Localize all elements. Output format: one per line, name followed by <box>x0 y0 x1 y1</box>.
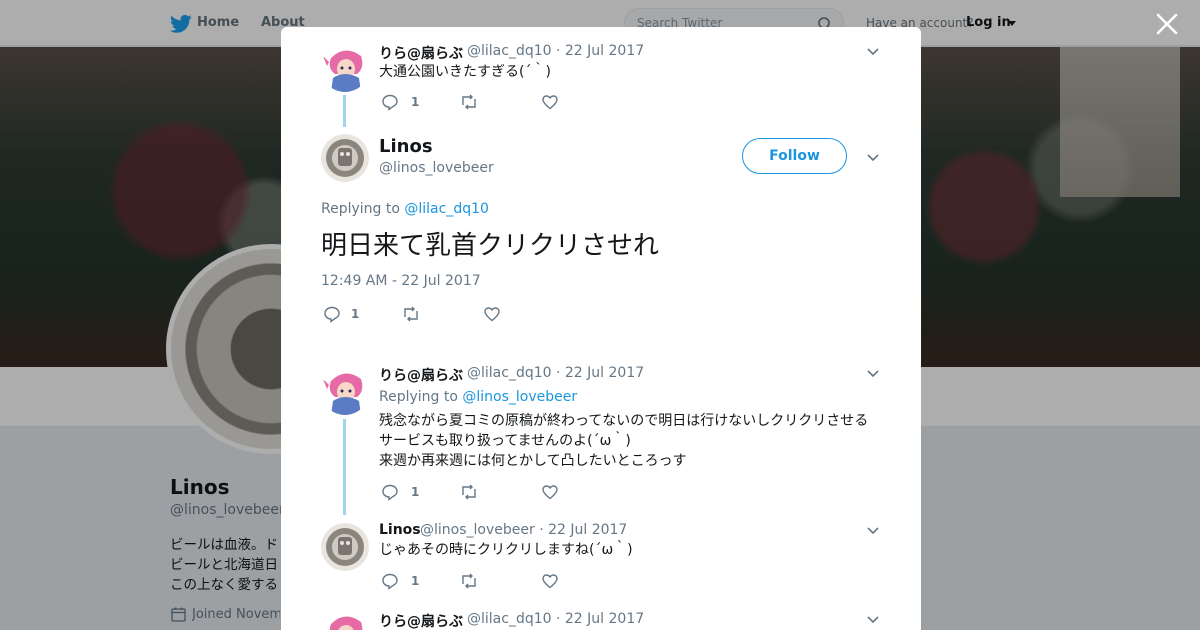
main-tweet-text: 明日来て乳首クリクリさせれ <box>321 231 660 261</box>
chevron-down-icon[interactable] <box>866 612 880 626</box>
owl-avatar-image <box>321 134 369 182</box>
tweet-author-handle[interactable]: @lilac_dq10 · 22 Jul 2017 <box>467 365 644 381</box>
avatar[interactable] <box>321 134 369 182</box>
main-tweet-author-name[interactable]: Linos <box>379 136 433 157</box>
reply-icon[interactable] <box>381 572 399 590</box>
avatar[interactable] <box>321 44 369 92</box>
tweet-handle-text[interactable]: @lilac_dq10 <box>467 365 552 381</box>
anime-avatar-image <box>321 367 369 415</box>
close-icon[interactable] <box>1155 12 1179 36</box>
replying-to-link[interactable]: @linos_lovebeer <box>462 389 577 405</box>
tweet-author-handle[interactable]: @linos_lovebeer · 22 Jul 2017 <box>420 522 627 538</box>
anime-avatar-image <box>321 610 369 630</box>
avatar[interactable] <box>321 367 369 415</box>
chevron-down-icon[interactable] <box>866 366 880 380</box>
tweet-date[interactable]: · 22 Jul 2017 <box>556 365 644 381</box>
avatar[interactable] <box>321 610 369 630</box>
like-icon[interactable] <box>483 305 501 323</box>
replying-to-prefix: Replying to <box>321 201 400 217</box>
tweet-date[interactable]: · 22 Jul 2017 <box>556 43 644 59</box>
tweet-text: 大通公園いきたすぎる(´｀) <box>379 64 551 80</box>
reply-count: 1 <box>411 95 420 109</box>
replying-to-prefix: Replying to <box>379 389 458 405</box>
reply-count: 1 <box>351 307 360 321</box>
like-icon[interactable] <box>541 93 559 111</box>
anime-avatar-image <box>321 44 369 92</box>
tweet-author-handle[interactable]: @lilac_dq10 · 22 Jul 2017 <box>467 611 644 627</box>
retweet-icon[interactable] <box>460 93 478 111</box>
tweet-date[interactable]: · 22 Jul 2017 <box>539 522 627 538</box>
thread-connector <box>343 419 346 515</box>
like-icon[interactable] <box>541 572 559 590</box>
replying-to: Replying to @linos_lovebeer <box>379 389 577 405</box>
tweet-date[interactable]: · 22 Jul 2017 <box>556 611 644 627</box>
tweet-text-line: サービスも取り扱ってませんのよ(´ω｀) <box>379 433 631 449</box>
tweet-modal: りら@扇らぶ @lilac_dq10 · 22 Jul 2017 大通公園いきた… <box>281 27 921 630</box>
tweet-text-line: 来週か再来週には何とかして凸したいところっす <box>379 453 687 469</box>
retweet-icon[interactable] <box>460 572 478 590</box>
reply-icon[interactable] <box>323 305 341 323</box>
chevron-down-icon[interactable] <box>866 44 880 58</box>
reply-count: 1 <box>411 574 420 588</box>
tweet-handle-text[interactable]: @linos_lovebeer <box>420 522 535 538</box>
thread-connector <box>343 95 346 127</box>
retweet-icon[interactable] <box>460 483 478 501</box>
tweet-author-name[interactable]: りら@扇らぶ <box>379 611 463 630</box>
tweet-handle-text[interactable]: @lilac_dq10 <box>467 43 552 59</box>
main-tweet-timestamp[interactable]: 12:49 AM - 22 Jul 2017 <box>321 273 481 289</box>
reply-icon[interactable] <box>381 483 399 501</box>
reply-count: 1 <box>411 485 420 499</box>
avatar[interactable] <box>321 523 369 571</box>
follow-button[interactable]: Follow <box>742 138 847 174</box>
chevron-down-icon[interactable] <box>866 523 880 537</box>
retweet-icon[interactable] <box>402 305 420 323</box>
tweet-author-name[interactable]: りら@扇らぶ <box>379 365 463 385</box>
tweet-text-line: 残念ながら夏コミの原稿が終わってないので明日は行けないしクリクリさせる <box>379 413 869 429</box>
tweet-author-name[interactable]: Linos <box>379 522 421 538</box>
replying-to-link[interactable]: @lilac_dq10 <box>404 201 489 217</box>
main-tweet-author-handle[interactable]: @linos_lovebeer <box>379 160 494 176</box>
tweet-author-handle[interactable]: @lilac_dq10 · 22 Jul 2017 <box>467 43 644 59</box>
replying-to: Replying to @lilac_dq10 <box>321 201 489 217</box>
tweet-handle-text[interactable]: @lilac_dq10 <box>467 611 552 627</box>
reply-icon[interactable] <box>381 93 399 111</box>
like-icon[interactable] <box>541 483 559 501</box>
tweet-text-line: じゃあその時にクリクリしますね(´ω｀) <box>379 542 633 558</box>
tweet-author-name[interactable]: りら@扇らぶ <box>379 43 463 63</box>
owl-avatar-image <box>321 523 369 571</box>
chevron-down-icon[interactable] <box>866 150 880 164</box>
